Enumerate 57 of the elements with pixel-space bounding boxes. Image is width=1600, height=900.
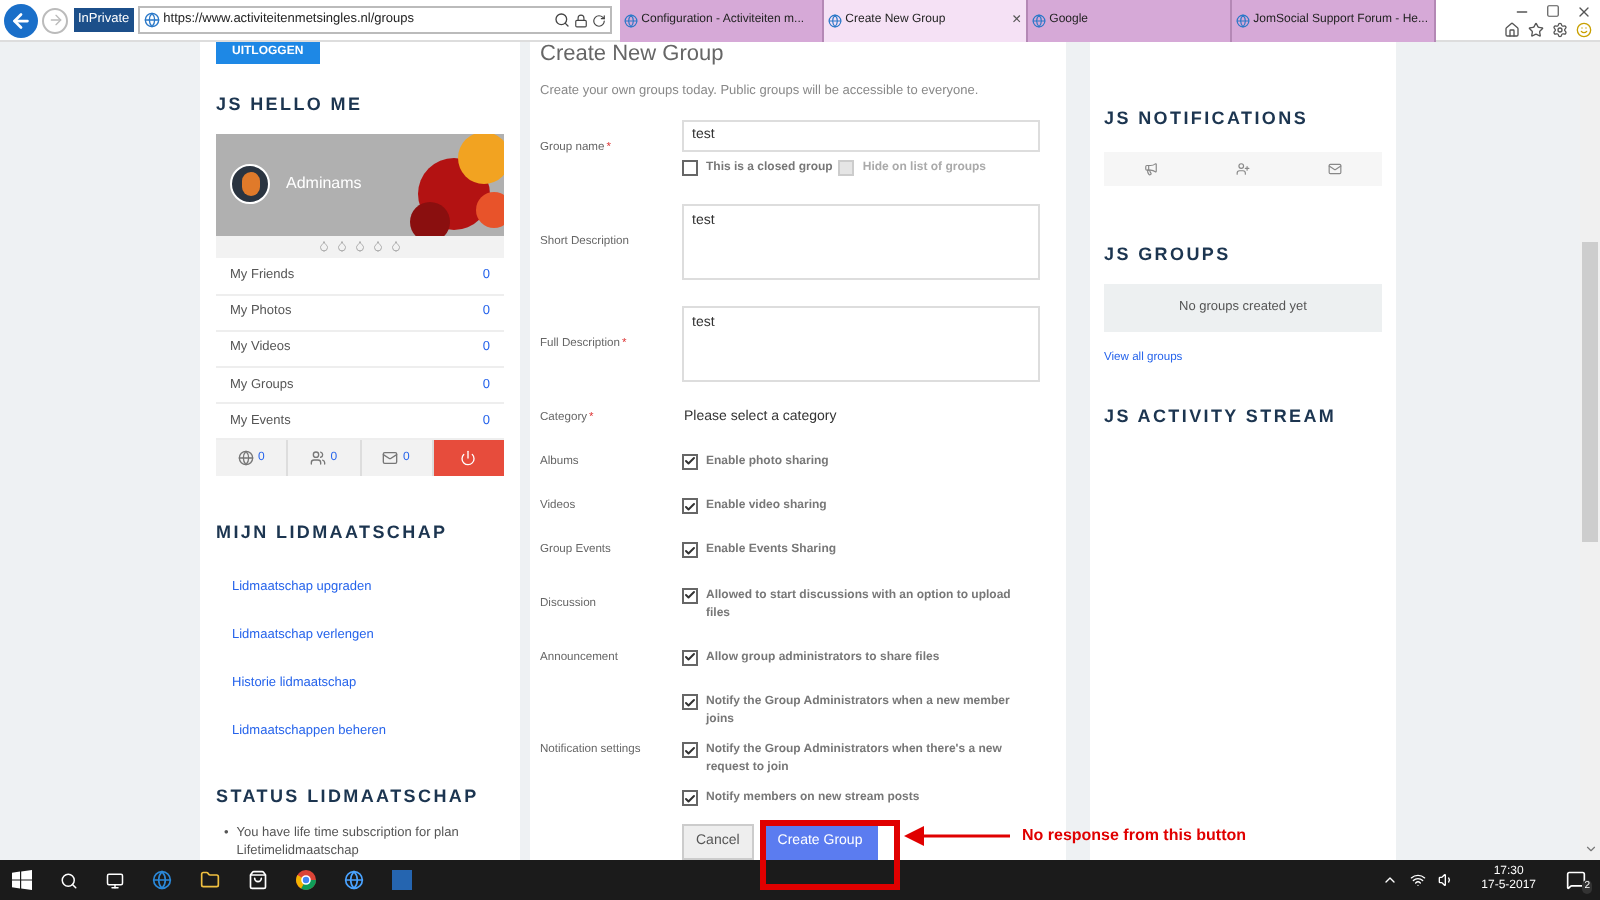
checkbox[interactable] xyxy=(682,498,698,514)
maximize-icon[interactable] xyxy=(1546,3,1560,17)
star-icon[interactable] xyxy=(1528,21,1544,37)
avatar xyxy=(230,164,270,205)
network-icon[interactable] xyxy=(1409,872,1426,888)
mail-icon xyxy=(382,450,399,467)
settings-icon[interactable] xyxy=(1552,21,1568,37)
power-icon xyxy=(460,450,477,467)
close-icon[interactable] xyxy=(1576,3,1592,19)
checkbox[interactable] xyxy=(682,790,698,806)
tab-close[interactable]: × xyxy=(1011,8,1022,32)
logout-power-button[interactable] xyxy=(433,440,504,476)
checkbox[interactable] xyxy=(682,159,698,176)
site-icon xyxy=(623,13,638,27)
refresh-icon[interactable] xyxy=(591,13,606,27)
section-title: JS ACTIVITY STREAM xyxy=(1104,403,1339,430)
megaphone-icon[interactable] xyxy=(1143,161,1158,175)
lock-icon xyxy=(573,13,588,27)
forward-arrow-icon xyxy=(47,12,63,28)
store-icon[interactable] xyxy=(248,870,268,890)
page-title: Create New Group xyxy=(540,42,726,66)
message-icon xyxy=(1566,870,1586,890)
highlight-frame xyxy=(760,820,900,890)
browser-icon[interactable] xyxy=(152,870,172,890)
chrome-icon[interactable] xyxy=(296,870,316,890)
volume-icon[interactable] xyxy=(1437,872,1454,888)
globe-icon xyxy=(237,450,254,467)
section-title: JS NOTIFICATIONS xyxy=(1104,106,1311,132)
users-icon xyxy=(310,450,327,467)
checkbox[interactable] xyxy=(682,587,698,603)
site-icon xyxy=(1235,13,1250,27)
home-icon[interactable] xyxy=(1504,21,1520,37)
site-icon xyxy=(1031,13,1046,27)
search-icon[interactable] xyxy=(553,12,570,28)
site-icon xyxy=(143,12,160,28)
windows-logo-icon[interactable] xyxy=(12,870,32,890)
section-title: JS GROUPS xyxy=(1104,241,1233,267)
checkbox[interactable] xyxy=(682,742,698,758)
mail-icon[interactable] xyxy=(1328,161,1343,175)
task-view-icon[interactable] xyxy=(106,871,124,889)
section-title: STATUS LIDMAATSCHAP xyxy=(216,784,481,811)
checkbox[interactable] xyxy=(682,542,698,559)
user-icon[interactable] xyxy=(1235,161,1250,175)
checkbox[interactable] xyxy=(682,694,698,710)
checkbox[interactable] xyxy=(682,649,698,666)
caret-icon[interactable] xyxy=(1381,872,1398,888)
checkbox[interactable] xyxy=(682,453,698,470)
folder-icon[interactable] xyxy=(200,870,220,890)
back-arrow-icon xyxy=(10,9,32,31)
scroll-down-icon[interactable] xyxy=(1583,842,1597,856)
back-button[interactable] xyxy=(4,3,38,37)
site-icon xyxy=(827,13,842,27)
username: Adminams xyxy=(286,172,362,197)
annotation-text: No response from this button xyxy=(1022,824,1246,848)
section-title: MIJN LIDMAATSCHAP xyxy=(216,519,450,546)
section-title: JS HELLO ME xyxy=(216,92,365,118)
annotation-arrow xyxy=(904,826,1010,846)
